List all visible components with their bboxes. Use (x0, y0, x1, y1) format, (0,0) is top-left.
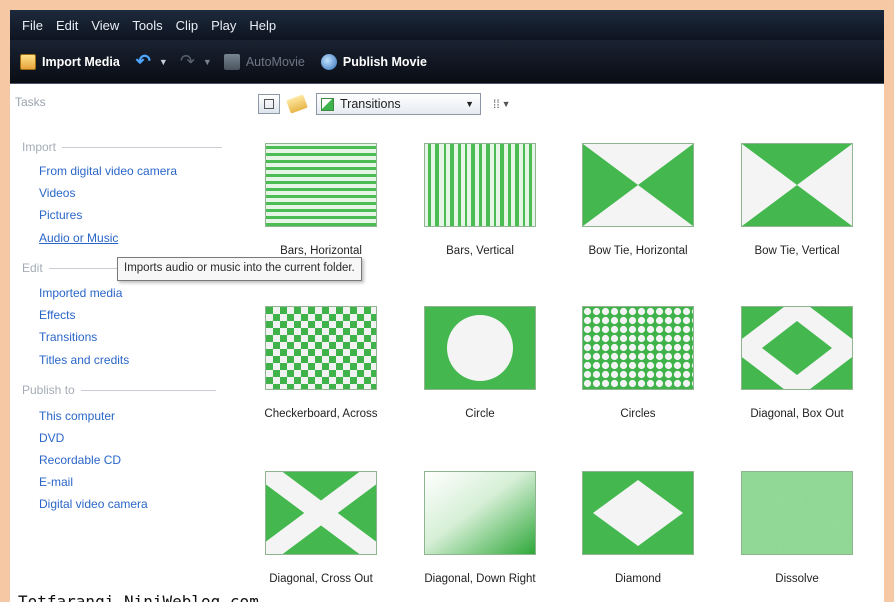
task-digital-video-camera[interactable]: Digital video camera (39, 497, 148, 511)
chevron-down-icon: ▼ (465, 99, 474, 109)
task-transitions[interactable]: Transitions (39, 330, 97, 344)
transition-label: Bow Tie, Vertical (754, 245, 840, 257)
diamond-thumbnail (582, 471, 694, 555)
automovie-label: AutoMovie (245, 54, 305, 69)
menu-tools[interactable]: Tools (132, 18, 162, 33)
collection-dropdown[interactable]: Transitions ▼ (316, 93, 481, 115)
checkerboard-across-thumbnail (265, 306, 377, 390)
view-mode-dropdown-icon: ▼ (501, 99, 511, 109)
bow-tie-vertical-thumbnail (741, 143, 853, 227)
publish-divider (80, 389, 216, 391)
task-recordable-cd[interactable]: Recordable CD (39, 453, 121, 467)
content-toolbar: Transitions ▼ ⁞⁞ ▼ (258, 90, 511, 118)
transition-item[interactable]: Bow Tie, Vertical (722, 143, 872, 257)
task-effects[interactable]: Effects (39, 308, 75, 322)
transition-label: Checkerboard, Across (264, 408, 378, 420)
folder-up-icon[interactable] (286, 94, 308, 114)
task-from-digital-video-camera[interactable]: From digital video camera (39, 164, 177, 178)
transition-item[interactable]: Circles (563, 306, 713, 420)
task-import-pictures[interactable]: Pictures (39, 208, 82, 222)
circle-thumbnail (424, 306, 536, 390)
transition-label: Bow Tie, Horizontal (588, 245, 688, 257)
watermark: Totfarangi.NiniWeblog.com (18, 592, 259, 602)
transition-label: Circle (465, 408, 495, 420)
transition-label: Dissolve (775, 573, 819, 585)
circles-thumbnail (582, 306, 694, 390)
automovie-button[interactable]: AutoMovie (223, 53, 305, 70)
menu-clip[interactable]: Clip (176, 18, 198, 33)
transition-item[interactable]: Dissolve (722, 471, 872, 585)
transition-item[interactable]: Diagonal, Box Out (722, 306, 872, 420)
show-storyboard-button[interactable] (258, 94, 280, 114)
diagonal-box-out-thumbnail (741, 306, 853, 390)
bars-vertical-thumbnail (424, 143, 536, 227)
menu-play[interactable]: Play (211, 18, 236, 33)
automovie-icon (223, 53, 240, 70)
transition-item[interactable]: Bars, Horizontal (246, 143, 396, 257)
view-grid-icon: ⁞⁞ (493, 97, 500, 111)
transition-label: Diamond (614, 573, 662, 585)
menu-edit[interactable]: Edit (56, 18, 78, 33)
undo-dropdown-icon[interactable]: ▼ (159, 57, 168, 67)
task-import-audio-or-music[interactable]: Audio or Music (39, 231, 118, 245)
publish-movie-button[interactable]: Publish Movie (320, 53, 427, 70)
publish-section-heading: Publish to (22, 383, 216, 397)
undo-icon[interactable]: ↶ (136, 51, 151, 72)
app-window: File Edit View Tools Clip Play Help Impo… (10, 10, 884, 602)
transition-item[interactable]: Diamond (563, 471, 713, 585)
collection-dropdown-value: Transitions (340, 97, 401, 111)
import-media-icon (20, 53, 36, 70)
edit-heading-label: Edit (22, 261, 43, 275)
transition-label: Diagonal, Down Right (424, 573, 536, 585)
transition-label: Bars, Vertical (446, 245, 514, 257)
storyboard-icon (264, 99, 274, 109)
menu-view[interactable]: View (91, 18, 119, 33)
task-import-videos[interactable]: Videos (39, 186, 75, 200)
transition-item[interactable]: Checkerboard, Across (246, 306, 396, 420)
tasks-title: Tasks (15, 95, 46, 109)
tasks-pane: Tasks Import From digital video camera V… (10, 85, 235, 602)
diagonal-cross-out-thumbnail (265, 471, 377, 555)
menu-bar: File Edit View Tools Clip Play Help (10, 10, 884, 40)
transition-item[interactable]: Bow Tie, Horizontal (563, 143, 713, 257)
transition-label: Circles (620, 408, 656, 420)
task-this-computer[interactable]: This computer (39, 409, 115, 423)
transition-label: Diagonal, Box Out (750, 408, 844, 420)
transition-item[interactable]: Bars, Vertical (405, 143, 555, 257)
transition-item[interactable]: Circle (405, 306, 555, 420)
transition-item[interactable]: Diagonal, Down Right (405, 471, 555, 585)
import-divider (62, 146, 223, 148)
transitions-icon (321, 97, 334, 111)
task-titles-and-credits[interactable]: Titles and credits (39, 353, 129, 367)
redo-dropdown-icon: ▼ (202, 56, 212, 67)
bow-tie-horizontal-thumbnail (582, 143, 694, 227)
menu-file[interactable]: File (22, 18, 43, 33)
dissolve-thumbnail (741, 471, 853, 555)
import-section-heading: Import (22, 140, 223, 154)
transition-label: Bars, Horizontal (280, 245, 362, 257)
transition-item[interactable]: Diagonal, Cross Out (246, 471, 396, 585)
publish-movie-label: Publish Movie (342, 54, 427, 69)
import-media-button[interactable]: Import Media (20, 53, 120, 70)
transition-label: Diagonal, Cross Out (269, 573, 373, 585)
redo-icon: ↷ (179, 51, 195, 71)
task-imported-media[interactable]: Imported media (39, 286, 122, 300)
menu-help[interactable]: Help (249, 18, 276, 33)
bars-horizontal-thumbnail (265, 143, 377, 227)
view-mode-button[interactable]: ⁞⁞ ▼ (493, 97, 511, 111)
publish-heading-label: Publish to (22, 383, 75, 397)
task-e-mail[interactable]: E-mail (39, 475, 73, 489)
publish-movie-icon (320, 53, 337, 70)
import-media-label: Import Media (42, 54, 120, 69)
diagonal-down-right-thumbnail (424, 471, 536, 555)
main-toolbar: Import Media ↶ ▼ ↷ ▼ AutoMovie Publish M… (10, 40, 884, 84)
import-heading-label: Import (22, 140, 57, 154)
task-dvd[interactable]: DVD (39, 431, 64, 445)
tooltip: Imports audio or music into the current … (117, 257, 362, 281)
